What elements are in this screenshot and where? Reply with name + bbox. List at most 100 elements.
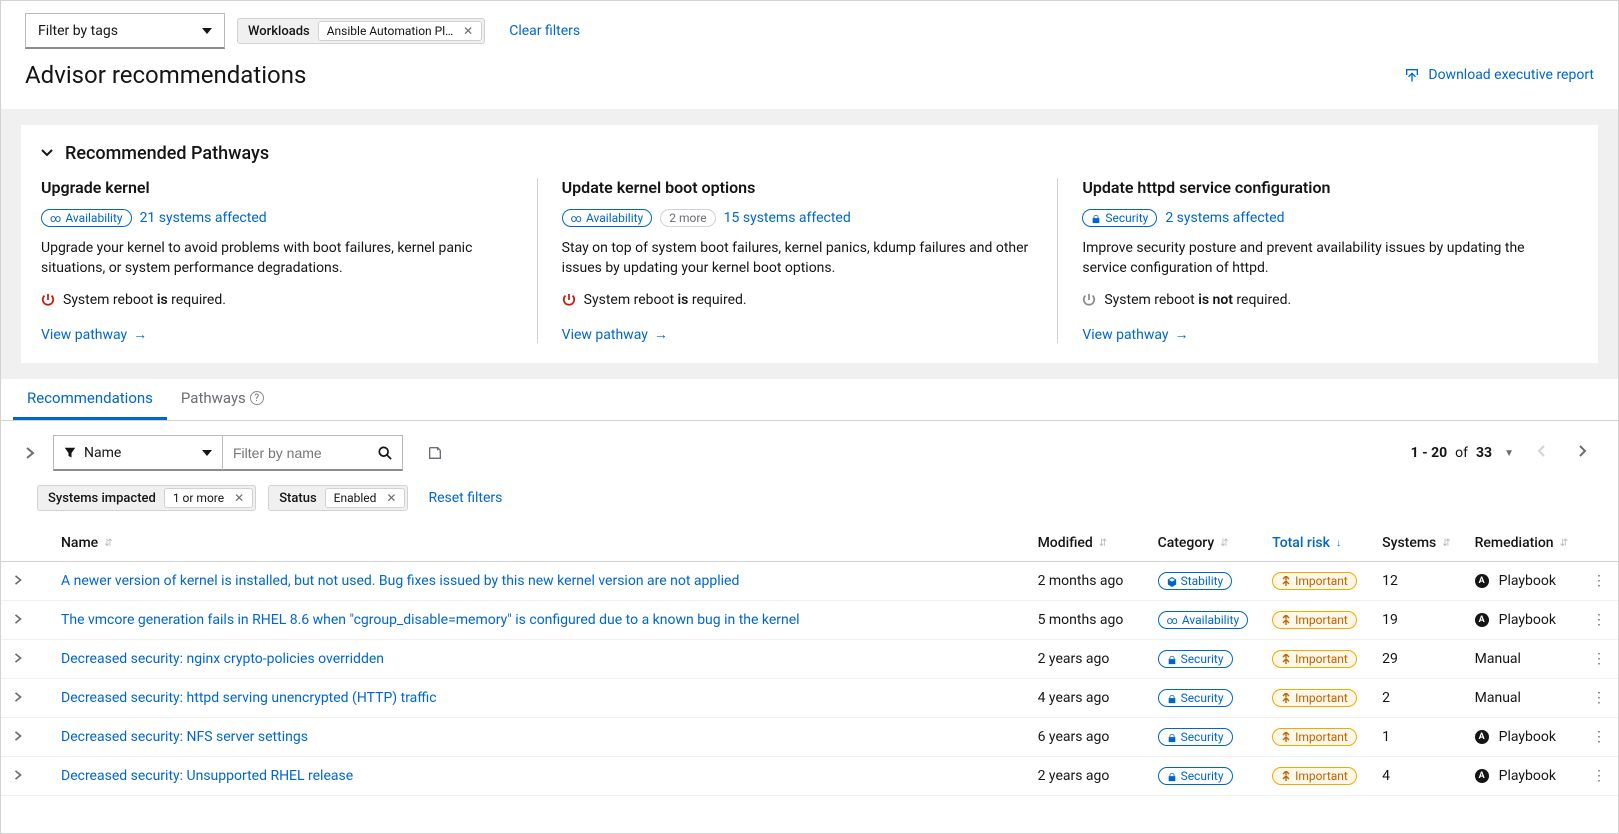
recommendation-name-link[interactable]: Decreased security: httpd serving unencr… bbox=[61, 690, 437, 706]
systems-impacted-chip-group: Systems impacted 1 or more ✕ bbox=[37, 485, 256, 511]
search-icon[interactable] bbox=[378, 446, 392, 460]
sort-icon: ⇵ bbox=[1560, 538, 1568, 549]
view-pathway-link[interactable]: View pathway → bbox=[1082, 326, 1188, 343]
pathways-collapse-toggle[interactable] bbox=[41, 146, 53, 161]
arrow-right-icon: → bbox=[1175, 326, 1189, 343]
modified-cell: 4 years ago bbox=[1026, 679, 1146, 718]
arrow-right-icon: → bbox=[654, 326, 668, 343]
row-expand-toggle[interactable] bbox=[1, 640, 49, 679]
chip-remove-icon[interactable]: ✕ bbox=[230, 491, 248, 505]
bulk-expand-toggle[interactable] bbox=[21, 447, 39, 459]
risk-icon bbox=[1281, 615, 1291, 625]
filter-by-tags-label: Filter by tags bbox=[38, 23, 118, 39]
view-pathway-link[interactable]: View pathway → bbox=[41, 326, 147, 343]
export-icon[interactable] bbox=[427, 445, 443, 461]
funnel-icon bbox=[64, 447, 76, 459]
caret-down-icon bbox=[202, 28, 212, 34]
pager-next-button[interactable] bbox=[1566, 439, 1598, 467]
row-expand-toggle[interactable] bbox=[1, 562, 49, 601]
systems-affected-link[interactable]: 2 systems affected bbox=[1165, 210, 1284, 226]
risk-icon bbox=[1281, 576, 1291, 586]
recommendation-name-link[interactable]: Decreased security: Unsupported RHEL rel… bbox=[61, 768, 353, 784]
risk-badge: Important bbox=[1272, 572, 1357, 590]
tab-recommendations[interactable]: Recommendations bbox=[13, 379, 167, 420]
row-actions-kebab[interactable]: ⋮ bbox=[1580, 679, 1618, 718]
modified-cell: 2 years ago bbox=[1026, 640, 1146, 679]
filter-by-tags-dropdown[interactable]: Filter by tags bbox=[25, 13, 225, 49]
row-actions-kebab[interactable]: ⋮ bbox=[1580, 640, 1618, 679]
th-total-risk[interactable]: Total risk↓ bbox=[1272, 535, 1341, 551]
pathway-title: Upgrade kernel bbox=[41, 178, 513, 197]
category-badge: Stability bbox=[1158, 572, 1233, 590]
th-modified[interactable]: Modified⇵ bbox=[1038, 535, 1108, 551]
row-actions-kebab[interactable]: ⋮ bbox=[1580, 562, 1618, 601]
systems-affected-link[interactable]: 21 systems affected bbox=[140, 210, 267, 226]
pathway-card: Upgrade kernel ∞ Availability 21 systems… bbox=[41, 178, 537, 343]
sort-icon: ⇵ bbox=[1099, 538, 1107, 549]
row-expand-toggle[interactable] bbox=[1, 757, 49, 796]
reboot-text: System reboot is not required. bbox=[1104, 292, 1291, 308]
pathway-description: Stay on top of system boot failures, ker… bbox=[562, 239, 1034, 278]
modified-cell: 6 years ago bbox=[1026, 718, 1146, 757]
row-actions-kebab[interactable]: ⋮ bbox=[1580, 718, 1618, 757]
modified-cell: 5 months ago bbox=[1026, 601, 1146, 640]
th-category[interactable]: Category⇵ bbox=[1158, 535, 1229, 551]
remediation-cell: APlaybook bbox=[1475, 573, 1568, 589]
category-badge: ∞ Availability bbox=[562, 209, 653, 227]
reset-filters-link[interactable]: Reset filters bbox=[428, 490, 502, 506]
reboot-text: System reboot is required. bbox=[63, 292, 226, 308]
modified-cell: 2 months ago bbox=[1026, 562, 1146, 601]
more-badge[interactable]: 2 more bbox=[660, 209, 715, 227]
table-row: The vmcore generation fails in RHEL 8.6 … bbox=[1, 601, 1618, 640]
remediation-cell: APlaybook bbox=[1475, 612, 1568, 628]
clear-filters-link[interactable]: Clear filters bbox=[509, 23, 580, 39]
recommendation-name-link[interactable]: Decreased security: NFS server settings bbox=[61, 729, 308, 745]
row-actions-kebab[interactable]: ⋮ bbox=[1580, 601, 1618, 640]
systems-impacted-chip: 1 or more ✕ bbox=[164, 488, 253, 508]
workloads-chip-group: Workloads Ansible Automation Pl… ✕ bbox=[237, 18, 485, 44]
risk-badge: Important bbox=[1272, 611, 1357, 629]
recommendation-name-link[interactable]: The vmcore generation fails in RHEL 8.6 … bbox=[61, 612, 800, 628]
chip-text: 1 or more bbox=[173, 491, 224, 505]
th-remediation[interactable]: Remediation⇵ bbox=[1475, 535, 1568, 551]
reboot-text: System reboot is required. bbox=[584, 292, 747, 308]
row-actions-kebab[interactable]: ⋮ bbox=[1580, 757, 1618, 796]
pathway-card: Update kernel boot options ∞ Availabilit… bbox=[537, 178, 1058, 343]
pager-prev-button[interactable] bbox=[1526, 439, 1558, 467]
recommendation-name-link[interactable]: A newer version of kernel is installed, … bbox=[61, 573, 739, 589]
row-expand-toggle[interactable] bbox=[1, 679, 49, 718]
row-expand-toggle[interactable] bbox=[1, 718, 49, 757]
risk-badge: Important bbox=[1272, 689, 1357, 707]
th-systems[interactable]: Systems⇵ bbox=[1382, 535, 1451, 551]
power-icon bbox=[562, 293, 576, 307]
chip-text: Ansible Automation Pl… bbox=[327, 24, 453, 38]
systems-cell: 4 bbox=[1370, 757, 1463, 796]
chip-group-label: Status bbox=[279, 491, 316, 506]
systems-cell: 29 bbox=[1370, 640, 1463, 679]
pathway-title: Update kernel boot options bbox=[562, 178, 1034, 197]
row-expand-toggle[interactable] bbox=[1, 601, 49, 640]
filter-attribute-dropdown[interactable]: Name bbox=[53, 435, 223, 471]
chip-remove-icon[interactable]: ✕ bbox=[459, 24, 477, 38]
tab-pathways[interactable]: Pathways ? bbox=[167, 379, 278, 420]
category-badge: Security bbox=[1158, 728, 1233, 746]
chip-remove-icon[interactable]: ✕ bbox=[382, 491, 400, 505]
filter-name-input[interactable] bbox=[233, 445, 353, 461]
download-report-label: Download executive report bbox=[1428, 67, 1594, 83]
help-icon[interactable]: ? bbox=[250, 391, 264, 405]
th-name[interactable]: Name⇵ bbox=[61, 535, 113, 551]
remediation-cell: Manual bbox=[1475, 651, 1568, 667]
table-row: Decreased security: NFS server settings … bbox=[1, 718, 1618, 757]
systems-affected-link[interactable]: 15 systems affected bbox=[724, 210, 851, 226]
chip-group-label: Workloads bbox=[248, 24, 310, 39]
download-report-link[interactable]: Download executive report bbox=[1404, 67, 1594, 83]
table-row: Decreased security: nginx crypto-policie… bbox=[1, 640, 1618, 679]
sort-icon: ⇵ bbox=[104, 538, 112, 549]
ansible-icon: A bbox=[1475, 769, 1489, 783]
systems-cell: 19 bbox=[1370, 601, 1463, 640]
pager-perpage-toggle[interactable]: ▼ bbox=[1500, 448, 1518, 459]
recommendation-name-link[interactable]: Decreased security: nginx crypto-policie… bbox=[61, 651, 384, 667]
status-chip: Enabled ✕ bbox=[325, 488, 406, 508]
category-badge: ∞ Availability bbox=[1158, 611, 1249, 629]
view-pathway-link[interactable]: View pathway → bbox=[562, 326, 668, 343]
